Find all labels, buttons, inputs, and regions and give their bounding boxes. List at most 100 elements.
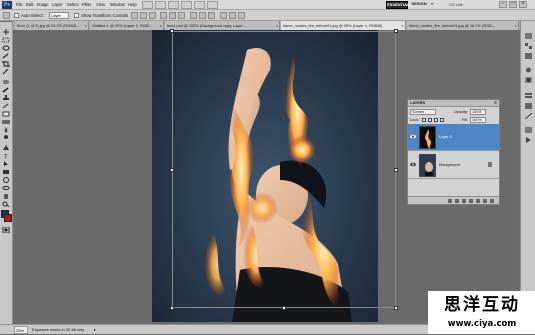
auto-select-checkbox[interactable] [14,13,19,18]
close-icon[interactable]: × [276,21,278,30]
path-selection-tool-icon[interactable] [2,161,10,167]
align-top-icon[interactable] [131,12,138,19]
menu-view[interactable]: View [96,1,105,9]
close-icon[interactable]: × [85,21,87,30]
arrange-documents-button[interactable] [194,1,205,9]
gradient-tool-icon[interactable] [2,119,10,125]
pen-tool-icon[interactable] [2,145,10,151]
move-tool-icon[interactable] [2,29,10,35]
close-icon[interactable]: × [515,21,517,30]
document-info[interactable]: Exposure works in 32-bit only [32,326,84,334]
zoom-tool-icon[interactable] [2,201,10,207]
hand-tool-icon[interactable] [2,193,10,199]
distribute-hcenter-icon[interactable] [229,12,236,19]
cs-live-button[interactable]: CS Live [449,1,463,9]
status-menu-icon[interactable]: ▸ [94,326,96,334]
transform-handle[interactable] [170,29,174,33]
shape-tool-icon[interactable] [2,169,10,175]
layers-panel-title[interactable]: LAYERS [410,100,425,107]
styles-panel-icon[interactable] [525,53,532,59]
transform-handle[interactable] [394,29,398,33]
tab-blend-modes-fire-before01[interactable]: blend_modes_fire_before01.jpg @ 25% (Lay… [281,21,406,30]
healing-brush-tool-icon[interactable] [2,79,10,85]
distribute-left-icon[interactable] [220,12,227,19]
visibility-eye-icon[interactable] [410,162,416,167]
workspace-design-button[interactable]: DESIGN [411,1,427,9]
align-right-icon[interactable] [178,12,185,19]
add-mask-icon[interactable] [462,199,466,203]
align-hcenter-icon[interactable] [169,12,176,19]
transform-bounding-box[interactable] [172,31,396,308]
transform-handle[interactable] [170,168,174,172]
quick-selection-tool-icon[interactable] [2,53,10,59]
tab-untitled[interactable]: Untitled-1 @ 25% (Layer 2, RGB/... × [90,21,164,30]
close-icon[interactable]: × [160,21,162,30]
layer-name[interactable]: Background [439,162,460,168]
lock-all-icon[interactable] [440,118,444,122]
color-panel-icon[interactable] [525,33,532,39]
eraser-tool-icon[interactable] [2,111,10,117]
blur-tool-icon[interactable] [2,127,10,133]
transform-handle[interactable] [394,306,398,310]
align-left-icon[interactable] [160,12,167,19]
blend-mode-dropdown[interactable]: Screen [410,109,436,115]
lock-position-icon[interactable] [434,118,438,122]
opacity-field[interactable]: 100% [470,109,486,115]
distribute-vcenter-icon[interactable] [199,12,206,19]
3d-rotate-tool-icon[interactable] [2,177,10,183]
tab-burn[interactable]: Burn (1 of 3).jpg @ 33.3% (RGB/8... × [15,21,89,30]
lock-pixels-icon[interactable] [428,118,432,122]
menu-file[interactable]: File [16,1,23,9]
workspace-essentials-button[interactable]: ESSENTIALS [386,1,412,9]
bridge-button[interactable] [142,1,153,9]
panel-menu-icon[interactable]: ≡ [494,100,497,107]
transform-handle[interactable] [282,306,286,310]
channels-panel-icon[interactable] [525,103,532,109]
view-extras-button[interactable] [168,1,179,9]
dodge-tool-icon[interactable] [2,135,10,141]
fill-field[interactable]: 100% [470,117,486,123]
close-icon[interactable]: × [402,21,404,30]
tab-test1[interactable]: test1.psd @ 100% (Background copy, Layer… [165,21,280,30]
layers-panel-icon[interactable] [525,93,532,99]
mini-bridge-button[interactable] [155,1,166,9]
zoom-level-button[interactable] [181,1,192,9]
transform-handle[interactable] [394,168,398,172]
lasso-tool-icon[interactable] [2,45,10,51]
lock-transparent-icon[interactable] [422,118,426,122]
crop-tool-icon[interactable] [2,61,10,67]
screen-mode-button[interactable] [207,1,218,9]
transform-handle[interactable] [170,306,174,310]
tab-blend-modes-fire-before03[interactable]: blend_modes_fire_before03.jpg @ 16.7% (R… [407,21,519,30]
marquee-tool-icon[interactable] [2,37,10,43]
menu-select[interactable]: Select [67,1,79,9]
menu-window[interactable]: Window [110,1,125,9]
background-color-swatch[interactable] [4,214,12,222]
align-bottom-icon[interactable] [149,12,156,19]
workspace-more-button[interactable]: » [429,1,435,9]
new-layer-icon[interactable] [483,199,487,203]
quick-mask-icon[interactable] [2,227,10,233]
layer-row-layer-1[interactable]: Layer 1 [408,124,499,151]
show-transform-checkbox[interactable] [74,13,79,18]
masks-panel-icon[interactable] [525,77,532,83]
eyedropper-tool-icon[interactable] [2,69,10,75]
link-layers-icon[interactable] [448,199,452,203]
brush-tool-icon[interactable] [2,87,10,93]
new-group-icon[interactable] [476,199,480,203]
maximize-icon[interactable]: □ [509,1,517,8]
history-panel-icon[interactable] [525,127,532,133]
menu-edit[interactable]: Edit [26,1,33,9]
menu-image[interactable]: Image [37,1,49,9]
close-icon[interactable]: × [519,1,527,8]
zoom-level-field[interactable]: 25% [14,326,28,334]
3d-orbit-tool-icon[interactable] [2,185,10,191]
menu-filter[interactable]: Filter [82,1,91,9]
delete-layer-icon[interactable] [490,199,494,203]
history-brush-tool-icon[interactable] [2,103,10,109]
swatches-panel-icon[interactable] [525,43,532,49]
menu-layer[interactable]: Layer [52,1,62,9]
auto-select-dropdown[interactable]: Layer [49,12,69,19]
minimize-icon[interactable]: – [499,1,507,8]
distribute-bottom-icon[interactable] [208,12,215,19]
